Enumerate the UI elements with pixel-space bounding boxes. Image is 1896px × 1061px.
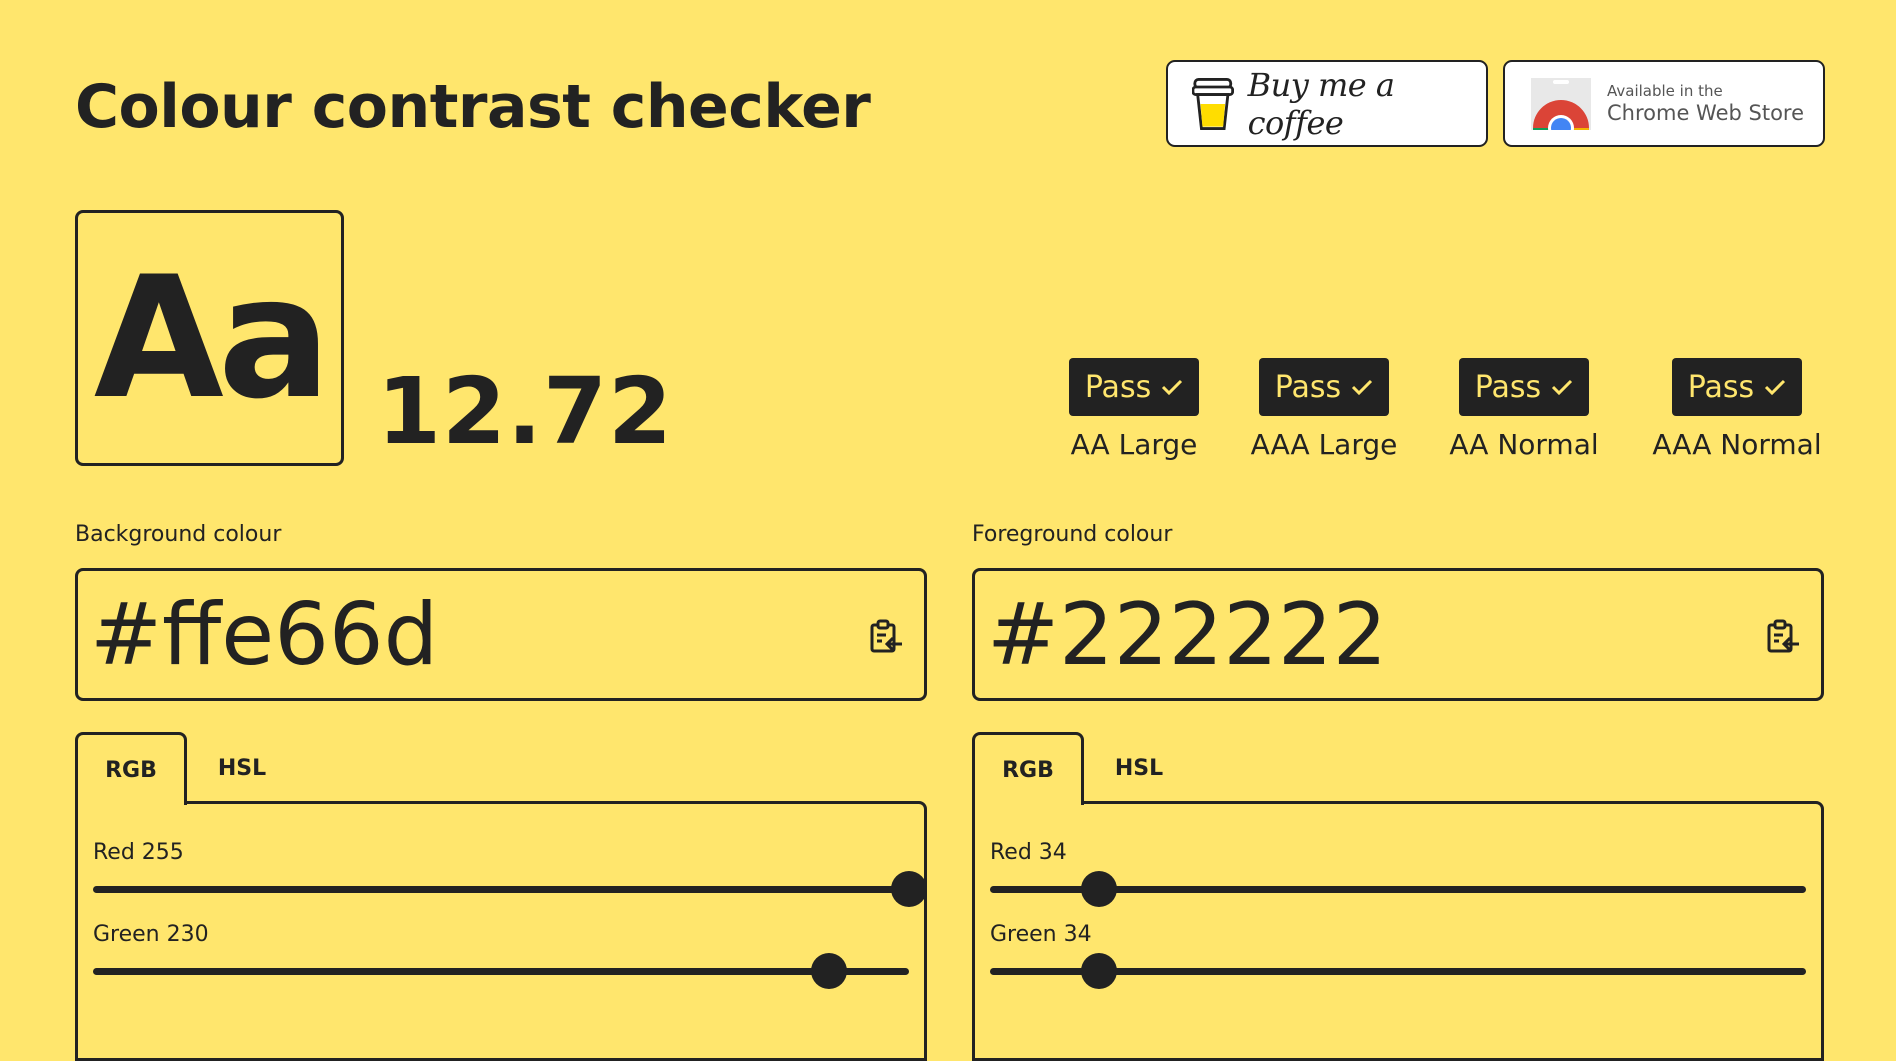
chrome-small-text: Available in the xyxy=(1607,81,1723,100)
check-aa-large: Pass AA Large xyxy=(1068,358,1200,461)
background-colour-tabs: RGB HSL Red 255 Green 230 xyxy=(75,732,927,1061)
badge-status: Pass xyxy=(1084,369,1152,405)
check-aaa-large: Pass AAA Large xyxy=(1249,358,1399,461)
page-title: Colour contrast checker xyxy=(75,72,871,142)
red-slider-track[interactable] xyxy=(990,871,1806,907)
check-label: AA Normal xyxy=(1449,428,1599,461)
compliance-checks: Pass AA Large Pass AAA Large Pass AA Nor… xyxy=(0,358,1896,468)
foreground-colour-field xyxy=(972,568,1824,701)
background-colour-label: Background colour xyxy=(75,522,282,547)
buy-me-a-coffee-button[interactable]: Buy me a coffee xyxy=(1166,60,1488,147)
chrome-big-text: Chrome Web Store xyxy=(1607,100,1805,125)
badge-status: Pass xyxy=(1474,369,1542,405)
check-label: AA Large xyxy=(1070,428,1198,461)
check-label: AAA Normal xyxy=(1652,428,1822,461)
rgb-panel: Red 34 Green 34 xyxy=(972,801,1824,1061)
foreground-colour-tabs: RGB HSL Red 34 Green 34 xyxy=(972,732,1824,1061)
red-slider-track[interactable] xyxy=(93,871,927,907)
tab-hsl[interactable]: HSL xyxy=(1084,732,1194,804)
checkmark-icon xyxy=(1765,379,1786,396)
clipboard-paste-icon[interactable] xyxy=(1765,619,1801,655)
chrome-logo-icon xyxy=(1529,77,1593,132)
tab-rgb[interactable]: RGB xyxy=(75,732,187,805)
pass-badge: Pass xyxy=(1068,358,1200,416)
pass-badge: Pass xyxy=(1671,358,1803,416)
checkmark-icon xyxy=(1552,379,1573,396)
check-label: AAA Large xyxy=(1250,428,1398,461)
background-colour-field xyxy=(75,568,927,701)
coffee-cup-icon xyxy=(1192,77,1234,130)
green-slider-track[interactable] xyxy=(93,953,909,989)
chrome-web-store-button[interactable]: Available in the Chrome Web Store xyxy=(1503,60,1825,147)
check-aaa-normal: Pass AAA Normal xyxy=(1651,358,1823,461)
red-slider-label: Red 34 xyxy=(990,840,1067,865)
check-aa-normal: Pass AA Normal xyxy=(1449,358,1599,461)
red-slider-thumb[interactable] xyxy=(1080,871,1117,907)
checkmark-icon xyxy=(1162,379,1183,396)
red-slider-thumb[interactable] xyxy=(891,871,927,907)
coffee-label: Buy me a coffee xyxy=(1247,65,1395,142)
background-hex-input[interactable] xyxy=(90,583,850,687)
foreground-colour-label: Foreground colour xyxy=(972,522,1173,547)
green-slider-thumb[interactable] xyxy=(1080,953,1117,989)
tab-hsl[interactable]: HSL xyxy=(187,732,297,804)
green-slider-label: Green 230 xyxy=(93,922,209,947)
rgb-panel: Red 255 Green 230 xyxy=(75,801,927,1061)
pass-badge: Pass xyxy=(1458,358,1590,416)
checkmark-icon xyxy=(1352,379,1373,396)
badge-status: Pass xyxy=(1274,369,1342,405)
pass-badge: Pass xyxy=(1258,358,1390,416)
red-slider-label: Red 255 xyxy=(93,840,184,865)
clipboard-paste-icon[interactable] xyxy=(868,619,904,655)
green-slider-track[interactable] xyxy=(990,953,1806,989)
tab-rgb[interactable]: RGB xyxy=(972,732,1084,805)
foreground-hex-input[interactable] xyxy=(987,583,1747,687)
badge-status: Pass xyxy=(1687,369,1755,405)
green-slider-thumb[interactable] xyxy=(811,953,848,989)
green-slider-label: Green 34 xyxy=(990,922,1092,947)
